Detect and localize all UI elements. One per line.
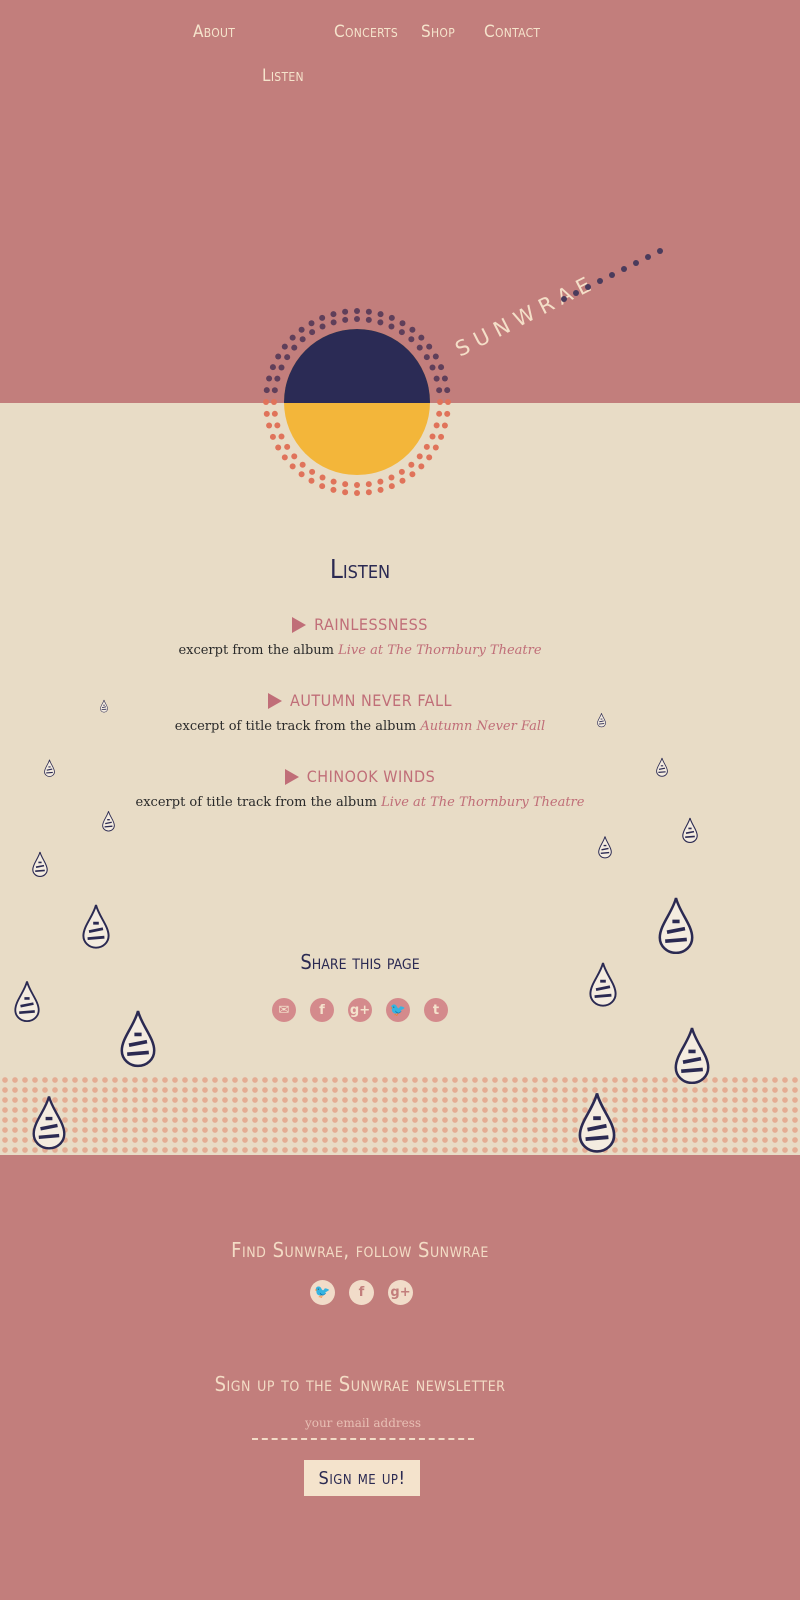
facebook-icon[interactable]: f: [349, 1280, 374, 1305]
nav-about[interactable]: About: [193, 22, 235, 42]
raindrop-icon: [32, 848, 48, 884]
signup-button[interactable]: Sign me up!: [304, 1460, 420, 1496]
raindrop-icon: [44, 758, 55, 782]
track-item: Rainlessness excerpt from the album Live…: [0, 615, 720, 658]
logo-dot-trail: [561, 248, 663, 302]
listen-heading: Listen: [329, 555, 391, 585]
track-title: Autumn Never Fall: [289, 691, 453, 710]
google-plus-icon[interactable]: g+: [388, 1280, 413, 1305]
track-item: Autumn Never Fall excerpt of title track…: [0, 691, 720, 734]
logo-wordmark: SUNWRAE: [451, 269, 601, 361]
track-title: Rainlessness: [314, 615, 428, 634]
raindrop-icon: [120, 1004, 156, 1076]
raindrop-icon: [658, 896, 694, 958]
raindrop-icon: [682, 816, 698, 848]
raindrop-icon: [589, 956, 617, 1016]
track-play-button[interactable]: Rainlessness: [292, 615, 428, 634]
track-description: excerpt from the album Live at The Thorn…: [178, 642, 542, 658]
raindrop-icon: [597, 712, 606, 732]
twitter-icon[interactable]: 🐦: [386, 998, 410, 1022]
raindrop-icon: [32, 1088, 66, 1160]
share-icons: ✉ f g+ 🐦 t: [272, 998, 448, 1022]
track-title: Chinook Winds: [306, 767, 436, 786]
track-play-button[interactable]: Autumn Never Fall: [267, 691, 453, 710]
raindrop-icon: [578, 1086, 616, 1162]
album-name: Live at The Thornbury Theatre: [381, 794, 585, 810]
album-name: Live at The Thornbury Theatre: [338, 642, 542, 658]
twitter-icon[interactable]: 🐦: [310, 1280, 335, 1305]
album-name: Autumn Never Fall: [420, 718, 546, 734]
nav-concerts[interactable]: Concerts: [334, 22, 398, 42]
play-icon: [284, 768, 299, 785]
raindrop-icon: [14, 975, 40, 1031]
follow-heading: Find Sunwrae, follow Sunwrae: [231, 1238, 489, 1262]
sunwrae-logo[interactable]: SUNWRAE: [250, 245, 670, 505]
raindrop-icon: [82, 900, 110, 956]
raindrop-icon: [656, 754, 668, 784]
raindrop-icon: [674, 1026, 710, 1088]
raindrop-icon: [598, 834, 612, 864]
raindrop-icon: [100, 698, 108, 717]
play-icon: [267, 692, 282, 709]
play-icon: [292, 616, 307, 633]
nav-shop[interactable]: Shop: [421, 22, 455, 42]
track-description: excerpt of title track from the album Au…: [174, 718, 546, 734]
newsletter-heading: Sign up to the Sunwrae newsletter: [214, 1372, 506, 1396]
google-plus-icon[interactable]: g+: [348, 998, 372, 1022]
nav-contact[interactable]: Contact: [484, 22, 540, 42]
email-field[interactable]: [252, 1408, 474, 1440]
email-icon[interactable]: ✉: [272, 998, 296, 1022]
nav-listen[interactable]: Listen: [262, 66, 304, 86]
facebook-icon[interactable]: f: [310, 998, 334, 1022]
follow-icons: 🐦 f g+: [310, 1280, 413, 1305]
raindrop-icon: [102, 808, 115, 838]
tumblr-icon[interactable]: t: [424, 998, 448, 1022]
track-item: Chinook Winds excerpt of title track fro…: [0, 767, 720, 810]
track-play-button[interactable]: Chinook Winds: [284, 767, 436, 786]
